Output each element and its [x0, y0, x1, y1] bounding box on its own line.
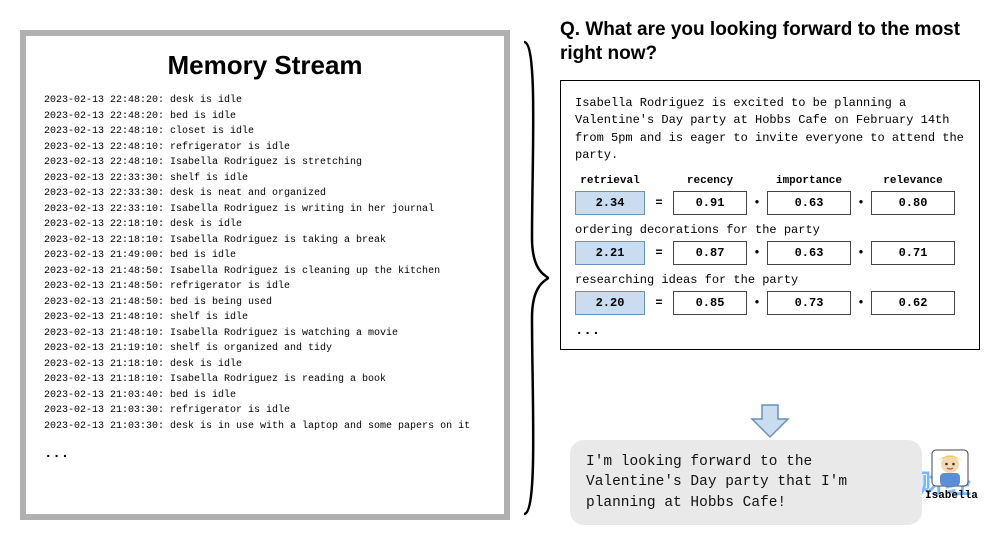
retrieval-metric-row: 2.34 = 0.91 • 0.63 • 0.80 — [575, 191, 965, 215]
importance-score: 0.73 — [767, 291, 851, 315]
importance-score: 0.63 — [767, 241, 851, 265]
relevance-score: 0.71 — [871, 241, 955, 265]
memory-entry: 2023-02-13 22:48:10: Isabella Rodriguez … — [44, 155, 486, 171]
question-heading: Q. What are you looking forward to the m… — [560, 18, 980, 66]
plus-op: • — [855, 296, 867, 310]
avatar-isabella-icon — [930, 448, 970, 488]
plus-op: • — [855, 246, 867, 260]
memory-entry: 2023-02-13 22:18:10: Isabella Rodriguez … — [44, 233, 486, 249]
memory-entry: 2023-02-13 21:49:00: bed is idle — [44, 248, 486, 264]
memory-entry: 2023-02-13 21:18:10: desk is idle — [44, 357, 486, 373]
eq-op: = — [649, 246, 669, 260]
memory-entry: 2023-02-13 21:18:10: Isabella Rodriguez … — [44, 372, 486, 388]
retrieval-score: 2.20 — [575, 291, 645, 315]
retrieval-row-label: researching ideas for the party — [575, 273, 965, 287]
memory-entry: 2023-02-13 22:48:20: bed is idle — [44, 109, 486, 125]
memory-entry: 2023-02-13 21:19:10: shelf is organized … — [44, 341, 486, 357]
eq-op: = — [649, 196, 669, 210]
memory-entry: 2023-02-13 21:48:50: Isabella Rodriguez … — [44, 264, 486, 280]
memory-entry: 2023-02-13 21:03:30: desk is in use with… — [44, 419, 486, 435]
recency-score: 0.91 — [673, 191, 747, 215]
memory-stream-title: Memory Stream — [44, 50, 486, 81]
relevance-score: 0.80 — [871, 191, 955, 215]
memory-entry: 2023-02-13 22:33:10: Isabella Rodriguez … — [44, 202, 486, 218]
retrieval-ellipsis: ... — [575, 323, 965, 339]
memory-entry: 2023-02-13 22:33:30: desk is neat and or… — [44, 186, 486, 202]
header-importance: importance — [767, 175, 851, 187]
plus-op: • — [751, 296, 763, 310]
avatar-name-label: Isabella — [925, 490, 978, 502]
memory-entry: 2023-02-13 21:03:30: refrigerator is idl… — [44, 403, 486, 419]
answer-bubble: I'm looking forward to the Valentine's D… — [570, 440, 922, 525]
recency-score: 0.87 — [673, 241, 747, 265]
recency-score: 0.85 — [673, 291, 747, 315]
retrieval-score: 2.34 — [575, 191, 645, 215]
retrieval-metric-row: 2.20 = 0.85 • 0.73 • 0.62 — [575, 291, 965, 315]
plus-op: • — [855, 196, 867, 210]
retrieval-metric-row: 2.21 = 0.87 • 0.63 • 0.71 — [575, 241, 965, 265]
plus-op: • — [751, 246, 763, 260]
retrieval-row-label: ordering decorations for the party — [575, 223, 965, 237]
retrieval-description: Isabella Rodriguez is excited to be plan… — [575, 95, 965, 165]
header-retrieval: retrieval — [575, 175, 645, 187]
retrieval-panel: Isabella Rodriguez is excited to be plan… — [560, 80, 980, 350]
metric-headers: retrieval recency importance relevance — [575, 175, 965, 187]
memory-entry: 2023-02-13 21:03:40: bed is idle — [44, 388, 486, 404]
plus-op: • — [751, 196, 763, 210]
memory-entry: 2023-02-13 21:48:10: Isabella Rodriguez … — [44, 326, 486, 342]
memory-entry: 2023-02-13 22:48:20: desk is idle — [44, 93, 486, 109]
relevance-score: 0.62 — [871, 291, 955, 315]
memory-entry: 2023-02-13 22:33:30: shelf is idle — [44, 171, 486, 187]
memory-entry: 2023-02-13 22:18:10: desk is idle — [44, 217, 486, 233]
retrieval-score: 2.21 — [575, 241, 645, 265]
memory-entry: 2023-02-13 21:48:50: bed is being used — [44, 295, 486, 311]
memory-entry: 2023-02-13 21:48:10: shelf is idle — [44, 310, 486, 326]
brace-connector-icon — [520, 38, 550, 518]
arrow-down-icon — [750, 403, 790, 439]
memory-stream-panel: Memory Stream 2023-02-13 22:48:20: desk … — [20, 30, 510, 520]
memory-entry: 2023-02-13 22:48:10: refrigerator is idl… — [44, 140, 486, 156]
eq-op: = — [649, 296, 669, 310]
header-recency: recency — [673, 175, 747, 187]
memory-entry: 2023-02-13 21:48:50: refrigerator is idl… — [44, 279, 486, 295]
header-relevance: relevance — [871, 175, 955, 187]
memory-stream-list: 2023-02-13 22:48:20: desk is idle2023-02… — [44, 93, 486, 434]
memory-entry: 2023-02-13 22:48:10: closet is idle — [44, 124, 486, 140]
importance-score: 0.63 — [767, 191, 851, 215]
memory-ellipsis: ... — [44, 446, 486, 462]
